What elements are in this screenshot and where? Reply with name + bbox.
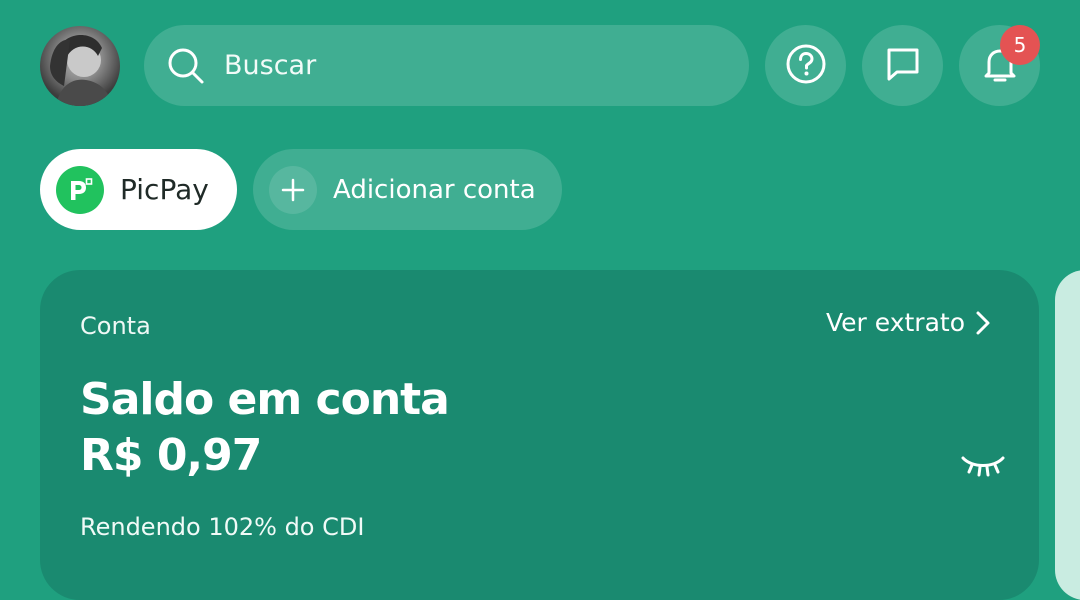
avatar[interactable] [40,26,120,106]
card-section-label: Conta [80,312,151,340]
next-card-peek[interactable] [1055,270,1080,600]
notification-badge: 5 [1000,25,1040,65]
view-statement-link[interactable]: Ver extrato [826,308,991,337]
plus-icon [269,165,317,214]
balance-value: R$ 0,97 [80,430,262,481]
account-chip-label: PicPay [120,173,209,206]
chat-icon [883,44,923,88]
add-account-button[interactable]: Adicionar conta [253,149,562,230]
search-placeholder: Buscar [224,50,317,81]
account-chip-picpay[interactable]: PicPay [40,149,237,230]
add-account-label: Adicionar conta [333,174,536,205]
avatar-photo [50,35,112,106]
account-balance-card: Conta Ver extrato Saldo em conta R$ 0,97… [40,270,1039,600]
balance-title: Saldo em conta [80,374,450,425]
help-button[interactable] [765,25,846,106]
chat-button[interactable] [862,25,943,106]
top-bar: Buscar 5 [0,0,1080,130]
search-bar[interactable]: Buscar [144,25,749,106]
view-statement-label: Ver extrato [825,308,965,337]
chevron-right-icon [975,310,991,336]
help-circle-icon [785,43,827,89]
search-icon [166,46,206,86]
eye-closed-icon[interactable] [960,450,1006,480]
picpay-logo-icon [56,165,104,214]
yield-text: Rendendo 102% do CDI [80,513,365,541]
